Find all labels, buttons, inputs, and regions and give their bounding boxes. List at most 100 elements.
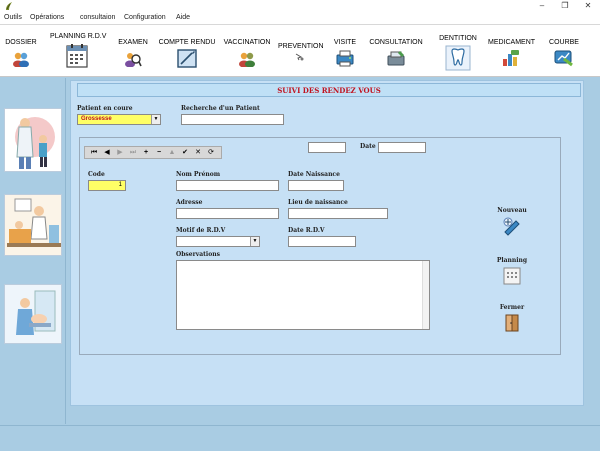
status-bar (0, 425, 600, 451)
patients-icon (13, 52, 29, 67)
recherche-patient-input[interactable] (181, 114, 284, 125)
exit-door-icon (505, 314, 519, 332)
toolbar-visite-button[interactable]: VISITE (330, 25, 360, 75)
toolbar-dossier-button[interactable]: DOSSIER (2, 25, 40, 75)
top-small-field[interactable] (308, 142, 346, 153)
code-input[interactable]: 1 (88, 180, 126, 191)
baby-care-illustration (4, 284, 62, 344)
planning-button[interactable]: Planning (491, 257, 533, 288)
planning-label: Planning (496, 257, 528, 264)
toolbar-planning-button[interactable]: PLANNING R.D.V (50, 25, 107, 75)
previous-record-button[interactable]: ◀ (100, 147, 114, 158)
add-record-button[interactable]: + (139, 147, 153, 158)
fermer-button[interactable]: Fermer (491, 304, 533, 335)
calendar-icon (66, 44, 88, 68)
main-form: SUIVI DES RENDEZ VOUS Patient en coure G… (70, 80, 584, 406)
toolbar-dossier-label: DOSSIER (5, 39, 37, 46)
toolbar-courbe-label: COURBE (549, 39, 579, 46)
menu-bar: Outils Opérations consultaion Configurat… (0, 12, 600, 25)
toolbar-visite-label: VISITE (333, 39, 357, 46)
next-record-button[interactable]: ▶ (113, 147, 127, 158)
menu-consultation[interactable]: consultaion (80, 14, 115, 21)
toolbar-dentition-button[interactable]: DENTITION (436, 25, 480, 75)
toolbar-planning-label: PLANNING R.D.V (50, 33, 107, 40)
date-input[interactable] (378, 142, 426, 153)
medicine-icon (503, 50, 519, 66)
patient-en-cours-label: Patient en coure (77, 105, 133, 112)
patient-en-cours-value: Grossesse (81, 116, 112, 122)
patient-en-cours-select[interactable]: Grossesse ▼ (77, 114, 161, 125)
toolbar-examen-label: EXAMEN (118, 39, 148, 46)
nom-prenom-input[interactable] (176, 180, 279, 191)
date-naissance-input[interactable] (288, 180, 344, 191)
toolbar-medicament-button[interactable]: MEDICAMENT (488, 25, 535, 75)
menu-configuration[interactable]: Configuration (124, 14, 166, 21)
consultation-illustration (4, 194, 62, 256)
toolbar-vaccination-label: VACCINATION (223, 39, 271, 46)
toolbar-prevention-label: PREVENTION (278, 43, 324, 50)
chevron-down-icon: ▼ (250, 237, 259, 246)
prevention-icon (295, 53, 304, 61)
planning-grid-icon (503, 267, 521, 285)
date-rdv-input[interactable] (288, 236, 356, 247)
tooth-icon (445, 45, 471, 71)
menu-aide[interactable]: Aide (176, 14, 190, 21)
record-navigator: ⏮ ◀ ▶ ⏭ + − ▲ ✔ ✕ ⟳ (84, 146, 222, 159)
menu-operations[interactable]: Opérations (30, 14, 64, 21)
examination-icon (125, 53, 142, 67)
observations-label: Observations (176, 251, 220, 258)
form-title-bar: SUIVI DES RENDEZ VOUS (77, 83, 581, 97)
toolbar-prevention-button[interactable]: PREVENTION (278, 25, 324, 75)
toolbar-examen-button[interactable]: EXAMEN (114, 25, 152, 75)
report-icon (177, 49, 197, 68)
toolbar-consultation-label: CONSULTATION (369, 39, 423, 46)
toolbar-compte-rendu-label: COMPTE RENDU (158, 39, 216, 46)
observations-scrollbar[interactable] (422, 261, 429, 329)
adresse-input[interactable] (176, 208, 279, 219)
form-title: SUIVI DES RENDEZ VOUS (277, 86, 381, 95)
observations-textarea[interactable] (176, 260, 430, 330)
chevron-down-icon: ▼ (151, 115, 160, 124)
edit-record-button[interactable]: ▲ (165, 147, 179, 158)
vaccination-icon (239, 52, 255, 67)
toolbar-compte-rendu-button[interactable]: COMPTE RENDU (158, 25, 216, 75)
left-illustration-panel (0, 78, 66, 424)
date-rdv-label: Date R.D.V (288, 227, 325, 234)
last-record-button[interactable]: ⏭ (126, 147, 140, 158)
toolbar-courbe-button[interactable]: COURBE (546, 25, 582, 75)
lieu-naissance-label: Lieu de naissance (288, 199, 348, 206)
nouveau-label: Nouveau (497, 207, 527, 214)
toolbar-consultation-button[interactable]: CONSULTATION (368, 25, 424, 75)
first-record-button[interactable]: ⏮ (87, 147, 101, 158)
toolbar-vaccination-button[interactable]: VACCINATION (222, 25, 272, 75)
fermer-label: Fermer (499, 304, 525, 311)
post-record-button[interactable]: ✔ (178, 147, 192, 158)
new-record-icon (503, 217, 520, 236)
nom-prenom-label: Nom Prénom (176, 171, 221, 178)
delete-record-button[interactable]: − (152, 147, 166, 158)
close-button[interactable]: ✕ (576, 0, 600, 12)
recherche-patient-label: Recherche d'un Patient (181, 105, 260, 112)
lieu-naissance-input[interactable] (288, 208, 388, 219)
doctor-patient-illustration (4, 108, 62, 172)
refresh-record-button[interactable]: ⟳ (204, 147, 218, 158)
main-toolbar: DOSSIER PLANNING R.D.V EXAMEN COMPTE REN… (0, 25, 600, 77)
code-label: Code (88, 171, 105, 178)
cancel-record-button[interactable]: ✕ (191, 147, 205, 158)
chart-icon (554, 50, 573, 67)
menu-outils[interactable]: Outils (4, 14, 22, 21)
title-bar: ‒ ❐ ✕ (0, 0, 600, 12)
adresse-label: Adresse (176, 199, 203, 206)
consultation-icon (387, 51, 405, 66)
date-label: Date (360, 143, 376, 150)
minimize-button[interactable]: ‒ (530, 0, 554, 12)
motif-rdv-select[interactable]: ▼ (176, 236, 260, 247)
app-logo-icon (6, 2, 12, 10)
visit-icon (336, 50, 354, 67)
date-naissance-label: Date Naissance (288, 171, 340, 178)
rdv-record-panel: Date ⏮ ◀ ▶ ⏭ + − ▲ ✔ ✕ ⟳ Code 1 Nom Prén… (79, 137, 561, 355)
toolbar-dentition-label: DENTITION (439, 35, 477, 42)
restore-button[interactable]: ❐ (553, 0, 577, 12)
nouveau-button[interactable]: Nouveau (491, 207, 533, 238)
motif-rdv-label: Motif de R.D.V (176, 227, 226, 234)
